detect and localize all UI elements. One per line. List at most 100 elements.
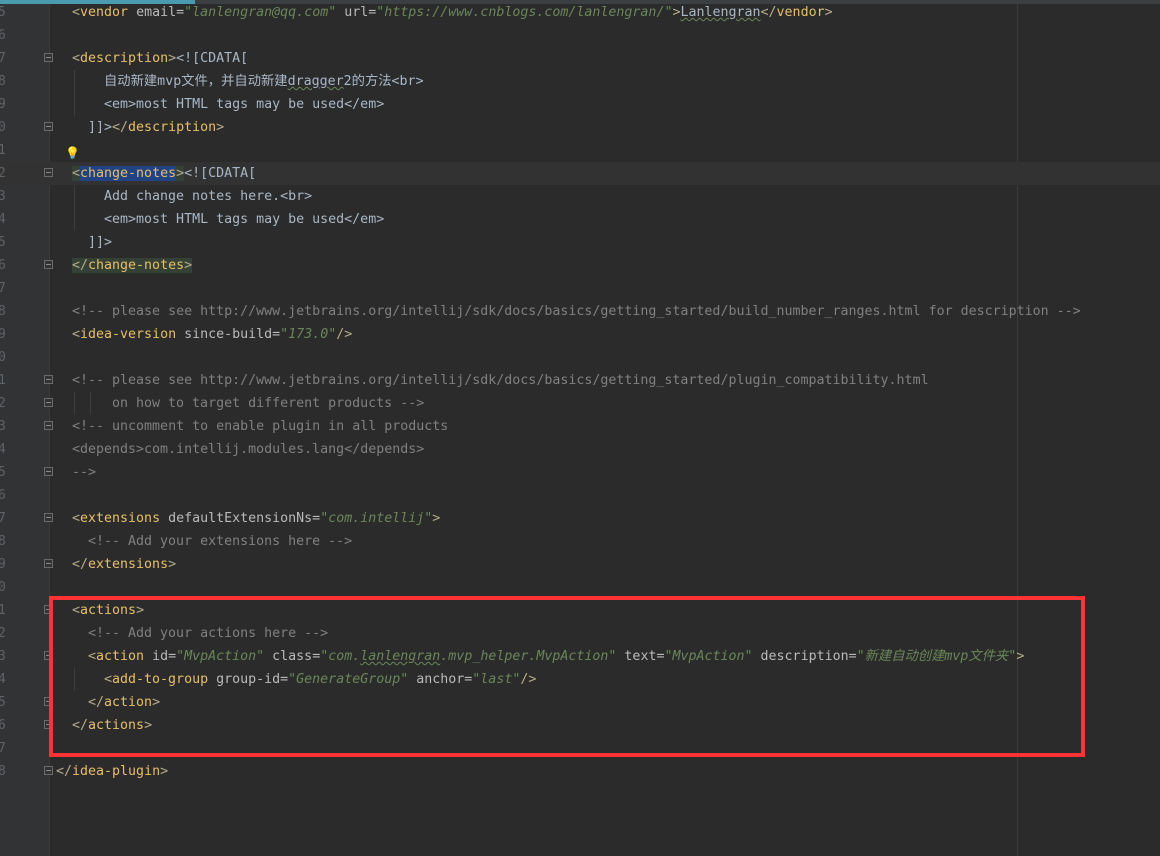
token-text: 自动新建mvp文件，并自动新建 xyxy=(104,74,288,89)
line-number: 7 xyxy=(0,51,6,66)
code-line[interactable]: 3 <!-- uncomment to enable plugin in all … xyxy=(0,415,1160,438)
token-com: --> xyxy=(72,465,97,480)
line-number: 9 xyxy=(0,97,6,112)
code-text: <!-- please see http://www.jetbrains.org… xyxy=(72,300,1081,323)
code-line[interactable]: 7 <extensions defaultExtensionNs="com.int… xyxy=(0,507,1160,530)
code-text: <vendor email="lanlengran@qq.com" url="h… xyxy=(72,1,833,24)
code-text: <extensions defaultExtensionNs="com.inte… xyxy=(72,507,440,530)
indent-guide xyxy=(90,392,91,415)
code-line[interactable]: 1 💡 xyxy=(0,139,1160,162)
line-number: 7 xyxy=(0,741,6,756)
code-text: <depends>com.intellij.modules.lang</depe… xyxy=(72,438,424,461)
token-com: <depends>com.intellij.modules.lang</depe… xyxy=(72,442,425,457)
code-line[interactable]: 2 <change-notes><![CDATA[ xyxy=(0,162,1160,185)
token-tag: extensions xyxy=(80,511,161,526)
code-line[interactable]: 2 on how to target different products --> xyxy=(0,392,1160,415)
token-text: 2的方法 xyxy=(343,74,392,89)
line-number: 8 xyxy=(0,74,6,89)
indent-guide xyxy=(74,93,75,116)
code-line[interactable]: 3 Add change notes here.<br> xyxy=(0,185,1160,208)
line-number: 6 xyxy=(0,258,6,273)
code-line[interactable]: 8 <!-- please see http://www.jetbrains.or… xyxy=(0,300,1160,323)
token-br: </ xyxy=(112,120,129,135)
line-number: 6 xyxy=(0,488,6,503)
code-line[interactable]: 5 --> xyxy=(0,461,1160,484)
line-number: 8 xyxy=(0,304,6,319)
code-line[interactable]: 5]]> xyxy=(0,231,1160,254)
line-number: 2 xyxy=(0,166,6,181)
code-line[interactable]: 9 <em>most HTML tags may be used</em> xyxy=(0,93,1160,116)
token-cdata: <br> xyxy=(280,189,313,204)
line-number: 3 xyxy=(0,189,6,204)
fold-toggle-icon[interactable] xyxy=(44,122,53,131)
fold-toggle-icon[interactable] xyxy=(44,53,53,62)
line-number: 1 xyxy=(0,373,6,388)
token-text: Add change notes here. xyxy=(104,189,281,204)
code-text: <em>most HTML tags may be used</em> xyxy=(104,208,384,231)
fold-toggle-icon[interactable] xyxy=(44,467,53,476)
code-line[interactable]: 8 自动新建mvp文件，并自动新建dragger2的方法<br> xyxy=(0,70,1160,93)
code-line[interactable]: 4 <em>most HTML tags may be used</em> xyxy=(0,208,1160,231)
fold-toggle-icon[interactable] xyxy=(44,260,53,269)
indent-guide xyxy=(74,70,75,93)
fold-toggle-icon[interactable] xyxy=(44,375,53,384)
token-cdata: <em> xyxy=(104,97,137,112)
line-number: 6 xyxy=(0,28,6,43)
line-number: 0 xyxy=(0,120,6,135)
token-attr: url= xyxy=(336,5,377,20)
code-line[interactable]: 0 xyxy=(0,346,1160,369)
code-text: ]]></description> xyxy=(88,116,224,139)
fold-toggle-icon[interactable] xyxy=(44,168,53,177)
code-line[interactable]: 9 <idea-version since-build="173.0"/> xyxy=(0,323,1160,346)
fold-toggle-icon[interactable] xyxy=(44,766,53,775)
code-line[interactable]: 9 </extensions> xyxy=(0,553,1160,576)
code-text: --> xyxy=(72,461,96,484)
code-line[interactable]: 5 <vendor email="lanlengran@qq.com" url="… xyxy=(0,1,1160,24)
token-br: < xyxy=(72,511,81,526)
token-br: > xyxy=(176,166,185,181)
fold-toggle-icon[interactable] xyxy=(44,513,53,522)
token-cdata: <![CDATA[ xyxy=(184,166,257,181)
token-com: <!-- please see http://www.jetbrains.org… xyxy=(72,373,929,388)
line-number: 0 xyxy=(0,580,6,595)
line-number: 6 xyxy=(0,718,6,733)
code-text: <!-- please see http://www.jetbrains.org… xyxy=(72,369,929,392)
token-br: > xyxy=(824,5,833,20)
code-line[interactable]: 7 xyxy=(0,277,1160,300)
token-tag: change-notes xyxy=(88,258,185,273)
line-number: 8 xyxy=(0,764,6,779)
token-br: < xyxy=(72,51,81,66)
code-text: </extensions> xyxy=(72,553,176,576)
line-number: 5 xyxy=(0,695,6,710)
token-tag: description xyxy=(80,51,169,66)
code-text: </change-notes> xyxy=(72,254,193,277)
fold-toggle-icon[interactable] xyxy=(44,398,53,407)
code-text: </idea-plugin> xyxy=(56,760,168,783)
code-line[interactable]: 6 </change-notes> xyxy=(0,254,1160,277)
token-val: "173.0" xyxy=(280,327,337,342)
code-line[interactable]: 4 <depends>com.intellij.modules.lang</dep… xyxy=(0,438,1160,461)
code-text: <em>most HTML tags may be used</em> xyxy=(104,93,384,116)
fold-toggle-icon[interactable] xyxy=(44,559,53,568)
code-line[interactable]: 6 xyxy=(0,484,1160,507)
code-line[interactable]: 7 <description><![CDATA[ xyxy=(0,47,1160,70)
token-val: "lanlengran@qq.com" xyxy=(184,5,337,20)
code-text: ]]> xyxy=(88,231,112,254)
code-line[interactable]: 8 </idea-plugin> xyxy=(0,760,1160,783)
code-line[interactable]: 1 <!-- please see http://www.jetbrains.or… xyxy=(0,369,1160,392)
code-line[interactable]: 6 xyxy=(0,24,1160,47)
code-line[interactable]: 8 <!-- Add your extensions here --> xyxy=(0,530,1160,553)
line-number: 4 xyxy=(0,672,6,687)
token-br: > xyxy=(168,51,177,66)
token-br: </ xyxy=(760,5,777,20)
code-text: <idea-version since-build="173.0"/> xyxy=(72,323,352,346)
token-cdata: <br> xyxy=(391,74,424,89)
token-br: > xyxy=(160,764,169,779)
token-br: < xyxy=(72,327,81,342)
code-text: <description><![CDATA[ xyxy=(72,47,248,70)
token-text: most HTML tags may be used xyxy=(136,97,345,112)
code-line[interactable]: 0 ]]></description> xyxy=(0,116,1160,139)
fold-toggle-icon[interactable] xyxy=(44,421,53,430)
token-cdata: </em> xyxy=(344,212,385,227)
token-val: "https://www.cnblogs.com/lanlengran/" xyxy=(376,5,673,20)
